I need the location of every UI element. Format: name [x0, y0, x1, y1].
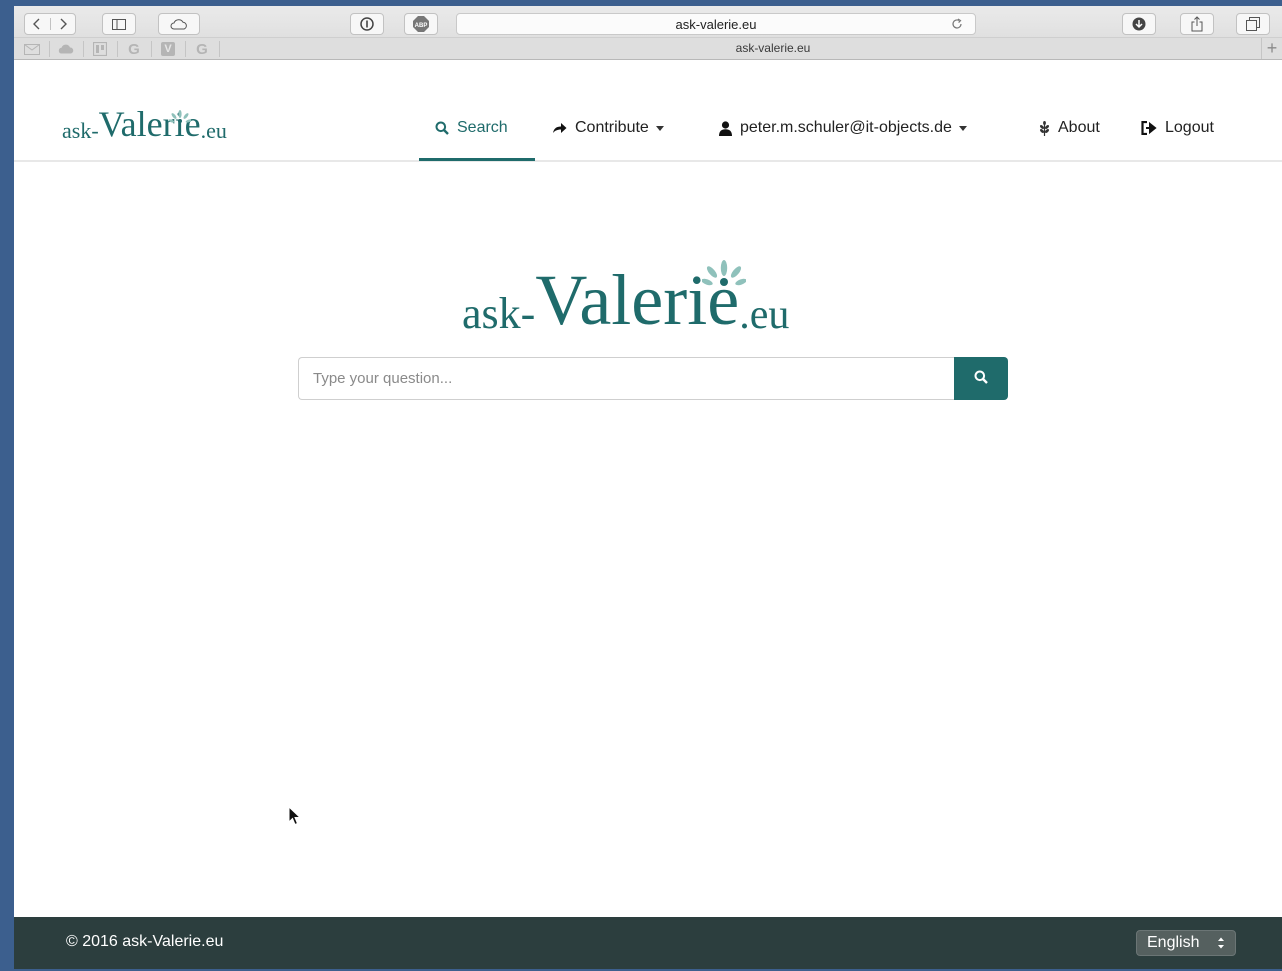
user-icon — [719, 120, 732, 136]
separator — [83, 41, 84, 57]
nav-about[interactable]: About — [1039, 118, 1100, 138]
toolbar-row: ABP ask-valerie.eu — [14, 6, 1282, 37]
nav-contribute[interactable]: Contribute — [552, 118, 664, 138]
forward-icon[interactable] — [51, 18, 76, 30]
sidebar-icon — [112, 18, 126, 30]
nav-logout-label: Logout — [1165, 119, 1214, 136]
search-icon — [974, 370, 988, 387]
back-forward-buttons — [24, 13, 76, 35]
tabs-icon — [1246, 17, 1260, 31]
search-icon — [435, 121, 449, 135]
trello-icon[interactable] — [88, 40, 112, 58]
cloud-icon — [170, 18, 188, 30]
share-icon — [1191, 16, 1203, 32]
select-arrows-icon — [1217, 936, 1225, 955]
cloud-icon[interactable] — [54, 40, 78, 58]
nav-search[interactable]: Search — [435, 118, 508, 138]
mouse-cursor-icon — [288, 806, 302, 826]
abp-icon: ABP — [413, 16, 429, 32]
chevron-down-icon — [958, 125, 967, 131]
sidebar-button[interactable] — [102, 13, 136, 35]
hero-logo-prefix: ask- — [462, 289, 536, 338]
brand-logo[interactable]: ask- Valerie .eu — [62, 106, 227, 142]
password-icon — [360, 17, 374, 31]
separator — [117, 41, 118, 57]
chevron-down-icon — [655, 125, 664, 131]
onepassword-button[interactable] — [350, 13, 384, 35]
share-button[interactable] — [1180, 13, 1214, 35]
separator — [151, 41, 152, 57]
back-icon[interactable] — [25, 18, 51, 30]
address-text: ask-valerie.eu — [675, 17, 757, 32]
logo-prefix: ask- — [62, 118, 99, 143]
downloads-button[interactable] — [1122, 13, 1156, 35]
google-icon-2[interactable]: G — [190, 40, 214, 58]
tab-title[interactable]: ask-valerie.eu — [284, 41, 1262, 55]
search-input[interactable] — [298, 357, 954, 400]
reload-icon[interactable] — [951, 17, 963, 35]
v-bookmark-icon[interactable]: V — [156, 40, 180, 58]
language-select[interactable]: English — [1136, 930, 1236, 956]
nav-user-label: peter.m.schuler@it-objects.de — [740, 119, 952, 136]
nav-search-label: Search — [457, 119, 508, 136]
logo-flower-icon — [169, 110, 191, 123]
nav-logout[interactable]: Logout — [1141, 118, 1214, 138]
browser-toolbar: ABP ask-valerie.eu G V G ask-valerie.eu … — [14, 6, 1282, 60]
copyright-text: © 2016 ask-Valerie.eu — [66, 933, 224, 950]
logo-suffix: .eu — [200, 118, 227, 143]
mail-icon[interactable] — [20, 40, 44, 58]
search-form — [298, 357, 1008, 400]
new-tab-button[interactable]: + — [1261, 38, 1282, 59]
nav-contribute-label: Contribute — [575, 119, 649, 136]
active-tab-indicator — [419, 158, 535, 161]
search-button[interactable] — [954, 357, 1008, 400]
logout-icon — [1141, 121, 1157, 135]
hero-flower-icon — [702, 260, 746, 286]
separator — [219, 41, 220, 57]
svg-text:ABP: ABP — [415, 23, 428, 29]
address-bar[interactable]: ask-valerie.eu — [456, 13, 976, 35]
nav-about-label: About — [1058, 119, 1100, 136]
site-navbar: ask- Valerie .eu Search Contribute peter… — [14, 60, 1282, 162]
leaf-icon — [1039, 120, 1050, 136]
hero-logo-suffix: .eu — [739, 292, 790, 338]
tabs-overview-button[interactable] — [1236, 13, 1270, 35]
v-bookmark-label: V — [161, 42, 175, 56]
footer: © 2016 ask-Valerie.eu English — [14, 917, 1282, 969]
separator — [49, 41, 50, 57]
google-icon[interactable]: G — [122, 40, 146, 58]
nav-user-menu[interactable]: peter.m.schuler@it-objects.de — [719, 118, 967, 138]
icloud-tabs-button[interactable] — [158, 13, 200, 35]
favorites-bar: G V G ask-valerie.eu + — [14, 37, 1282, 60]
separator — [185, 41, 186, 57]
share-arrow-icon — [552, 122, 567, 134]
adblock-button[interactable]: ABP — [404, 13, 438, 35]
download-icon — [1132, 17, 1146, 31]
language-value: English — [1147, 934, 1200, 951]
browser-window: ABP ask-valerie.eu G V G ask-valerie.eu … — [14, 6, 1282, 969]
